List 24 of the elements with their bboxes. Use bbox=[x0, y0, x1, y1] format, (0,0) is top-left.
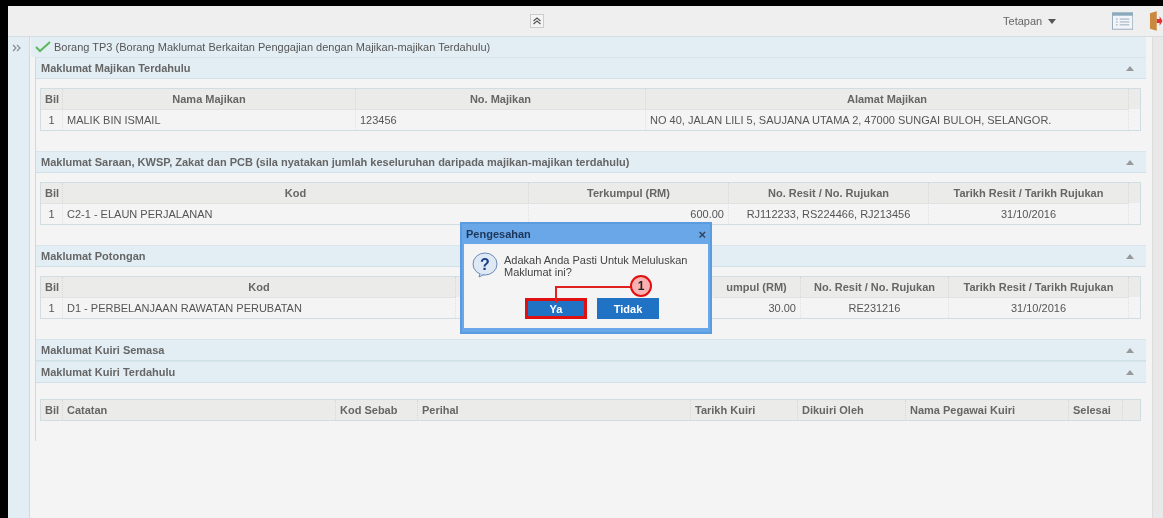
dialog-message: Adakah Anda Pasti Untuk Meluluskan Maklumat ini? bbox=[504, 253, 689, 278]
section-title: Maklumat Majikan Terdahulu bbox=[41, 62, 191, 74]
table-cell: 123456 bbox=[356, 109, 646, 130]
table-cell: RE231216 bbox=[801, 297, 949, 318]
table-cell: 1 bbox=[41, 203, 63, 224]
section-title: Maklumat Potongan bbox=[41, 250, 146, 262]
table-cell: MALIK BIN ISMAIL bbox=[63, 109, 356, 130]
table-cell: NO 40, JALAN LILI 5, SAUJANA UTAMA 2, 47000 SUNGAI BULOH, SELANGOR. bbox=[646, 109, 1129, 130]
table-cell: 30.00 bbox=[713, 297, 801, 318]
table-cell: C2-1 - ELAUN PERJALANAN bbox=[63, 203, 529, 224]
table-cell: D1 - PERBELANJAAN RAWATAN PERUBATAN bbox=[63, 297, 456, 318]
question-icon: ? bbox=[472, 252, 498, 278]
table-cell: 600.00 bbox=[529, 203, 729, 224]
table-cell: 1 bbox=[41, 297, 63, 318]
table-cell: RJ112233, RS224466, RJ213456 bbox=[729, 203, 929, 224]
section-title: Maklumat Kuiri Terdahulu bbox=[41, 366, 176, 378]
table-cell: 31/10/2016 bbox=[949, 297, 1129, 318]
table-cell: 31/10/2016 bbox=[929, 203, 1129, 224]
table-cell: 1 bbox=[41, 109, 63, 130]
dialog-title: Pengesahan bbox=[466, 228, 531, 240]
section-title: Maklumat Saraan, KWSP, Zakat dan PCB (sila nyatakan jumlah keseluruhan daripada majikan-majikan terdahulu) bbox=[41, 156, 630, 168]
section-title: Maklumat Kuiri Semasa bbox=[41, 344, 165, 356]
form-title: Borang TP3 (Borang Maklumat Berkaitan Penggajian dengan Majikan-majikan Terdahulu) bbox=[54, 41, 491, 53]
step-number-badge: 1 bbox=[630, 275, 652, 297]
